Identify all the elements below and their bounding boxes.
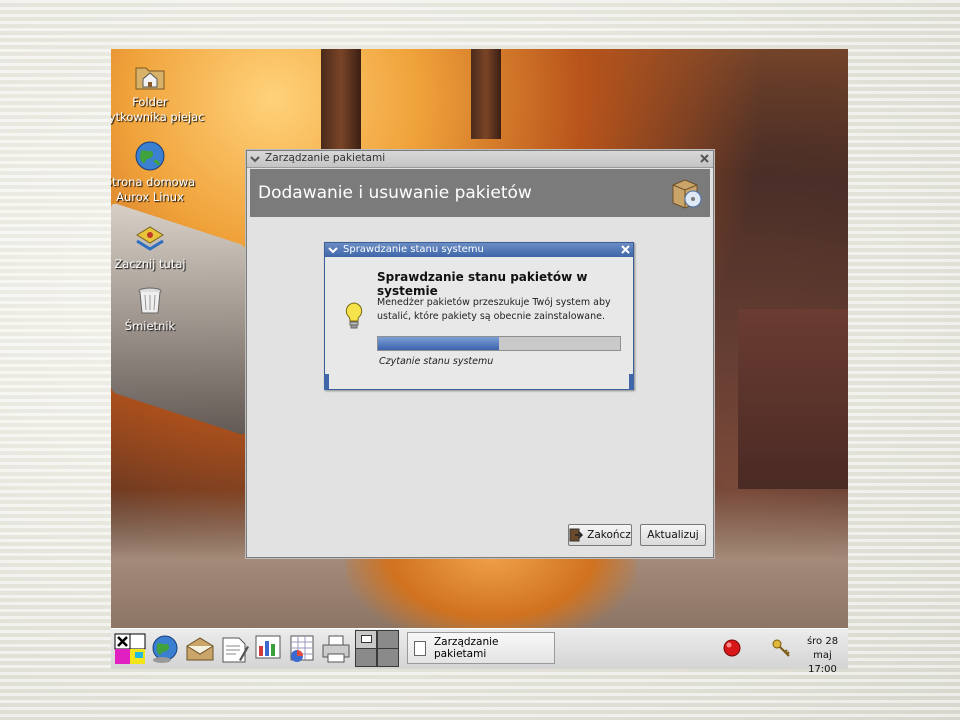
update-button-label: Aktualizuj: [647, 529, 699, 541]
update-button[interactable]: Aktualizuj: [640, 524, 706, 546]
printer-icon[interactable]: [319, 632, 353, 666]
dialog-border-edge: [324, 374, 329, 390]
progress-status-text: Czytanie stanu systemu: [379, 356, 494, 367]
progress-bar: [377, 336, 621, 351]
dialog-titlebar[interactable]: Sprawdzanie stanu systemu: [325, 243, 633, 257]
workspace-3[interactable]: [356, 649, 376, 666]
dialog-title: Sprawdzanie stanu systemu: [343, 244, 484, 255]
dialog-border-edge: [629, 374, 634, 390]
globe-icon: [135, 141, 165, 171]
icon-label: Strona domowa: [111, 175, 196, 189]
quit-button-label: Zakończ: [587, 529, 631, 541]
workspace-2[interactable]: [378, 631, 398, 648]
icon-label: użytkownika piejac: [111, 110, 205, 124]
taskbar-window-label: Zarządzanie pakietami: [433, 636, 499, 660]
keys-icon[interactable]: [771, 638, 791, 658]
workspace-4[interactable]: [378, 649, 398, 666]
window-titlebar[interactable]: Zarządzanie pakietami: [247, 151, 713, 168]
quit-button[interactable]: Zakończ: [568, 524, 632, 546]
main-menu-icon[interactable]: [113, 632, 147, 666]
folder-home-icon: [135, 67, 165, 90]
icon-label: Aurox Linux: [116, 190, 184, 204]
window-title: Zarządzanie pakietami: [265, 152, 386, 164]
mail-icon[interactable]: [183, 632, 217, 666]
web-browser-icon[interactable]: [148, 632, 182, 666]
window-menu-chevron-icon[interactable]: [250, 154, 260, 164]
window-document-icon: [414, 640, 426, 656]
close-icon[interactable]: [699, 153, 710, 164]
page-title: Dodawanie i usuwanie pakietów: [258, 183, 532, 203]
trash-icon: [138, 287, 162, 314]
start-here-icon: [136, 226, 164, 251]
presentation-icon[interactable]: [251, 632, 285, 666]
dialog-heading: Sprawdzanie stanu pakietów w systemie: [377, 270, 588, 298]
window-header-banner: Dodawanie i usuwanie pakietów: [250, 169, 710, 217]
desktop-icon-trash[interactable]: Śmietnik: [111, 283, 205, 334]
desktop-icon-aurox-homepage[interactable]: Strona domowa Aurox Linux: [111, 139, 205, 205]
system-check-dialog[interactable]: Sprawdzanie stanu systemu Sprawdzanie st…: [324, 242, 634, 390]
update-alert-icon[interactable]: [723, 639, 741, 657]
progress-fill: [378, 337, 499, 350]
icon-label: Śmietnik: [124, 319, 176, 333]
icon-label: Zacznij tutaj: [114, 257, 186, 271]
workspace-pager[interactable]: [355, 630, 399, 667]
window-menu-chevron-icon[interactable]: [328, 245, 338, 255]
background-pillar: [738, 309, 848, 489]
clock[interactable]: śro 28 maj 17:00: [797, 635, 848, 677]
close-icon[interactable]: [620, 244, 631, 255]
workspace-1[interactable]: [356, 631, 376, 648]
icon-label: Folder: [132, 95, 168, 109]
dialog-message: Menedżer pakietów przeszukuje Twój syste…: [377, 297, 611, 322]
spreadsheet-icon[interactable]: [285, 632, 319, 666]
lightbulb-icon: [345, 302, 363, 329]
clock-date: śro 28 maj: [806, 636, 839, 661]
desktop-icon-start-here[interactable]: Zacznij tutaj: [111, 221, 205, 272]
taskbar-window-button[interactable]: Zarządzanie pakietami: [407, 632, 555, 664]
background-tower: [471, 49, 501, 139]
taskbar: Zarządzanie pakietami śro 28 maj 17:00: [111, 628, 848, 675]
workspace-window-thumb: [361, 635, 372, 643]
exit-door-icon: [569, 528, 584, 542]
text-editor-icon[interactable]: [217, 632, 251, 666]
desktop-icon-home-folder[interactable]: Folder użytkownika piejac: [111, 59, 205, 125]
package-cd-icon: [672, 179, 702, 209]
clock-time: 17:00: [808, 664, 837, 675]
